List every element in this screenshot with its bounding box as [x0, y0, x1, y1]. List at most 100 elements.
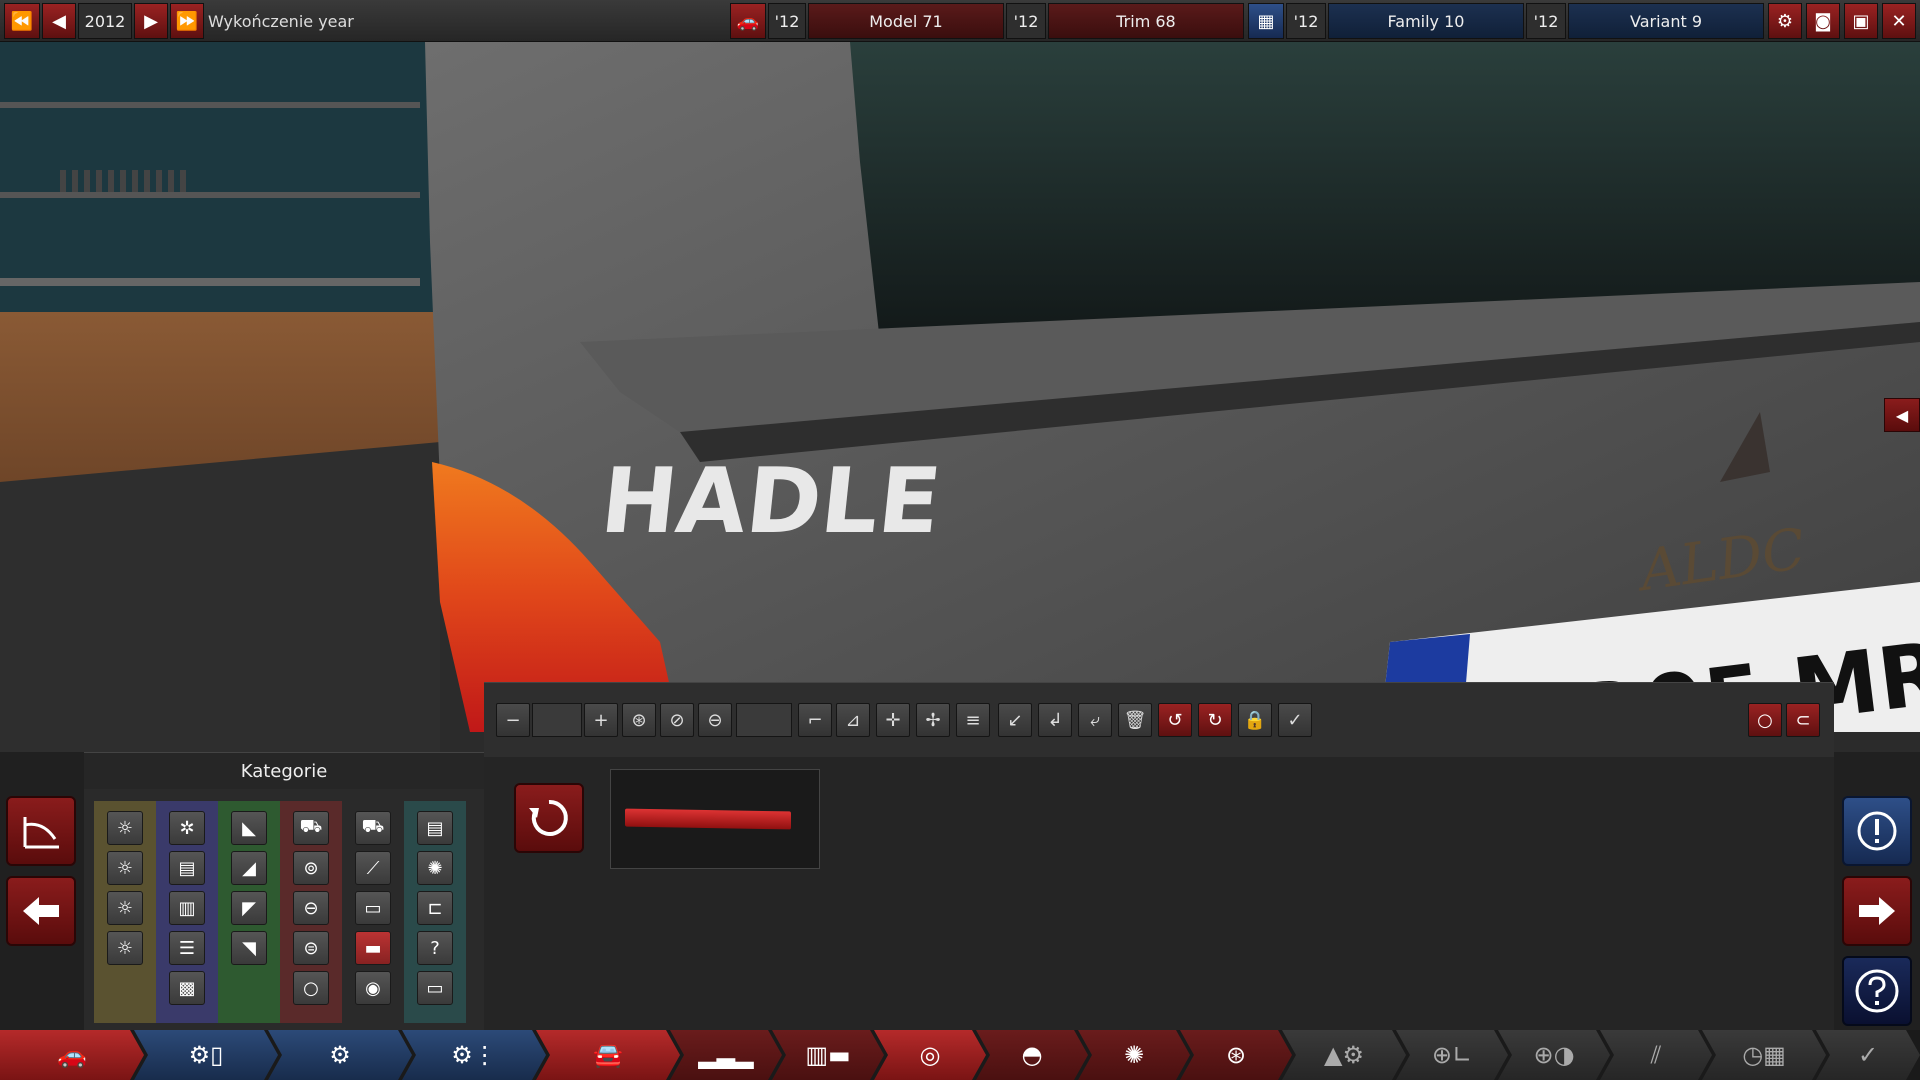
reset-button[interactable]: [514, 783, 584, 853]
texture-icon[interactable]: ▩: [169, 971, 205, 1005]
plus-icon[interactable]: +: [584, 703, 618, 737]
value-field-2[interactable]: [736, 703, 792, 737]
center-icon[interactable]: ⊖: [698, 703, 732, 737]
move-h-icon[interactable]: ✢: [916, 703, 950, 737]
nav-wheels-icon[interactable]: ✺: [1078, 1030, 1190, 1080]
gear-icon[interactable]: ⚙: [1768, 3, 1802, 39]
model-year: '12: [768, 3, 806, 39]
nav-chassis-icon[interactable]: ⚙▯: [134, 1030, 278, 1080]
panel-icon[interactable]: ▤: [417, 811, 453, 845]
family-selector[interactable]: Family 10: [1328, 3, 1524, 39]
nav-seats-icon[interactable]: ▥▬: [772, 1030, 884, 1080]
vent-icon[interactable]: ▥: [169, 891, 205, 925]
year-field[interactable]: 2012: [78, 3, 132, 39]
reset-icon: [529, 799, 568, 836]
bumper-icon[interactable]: ☰: [169, 931, 205, 965]
warning-button[interactable]: [1842, 796, 1912, 866]
rotate-cw-icon[interactable]: ↻: [1198, 703, 1232, 737]
mirror-icon[interactable]: ◤: [231, 891, 267, 925]
minus-icon[interactable]: −: [496, 703, 530, 737]
grille-icon[interactable]: ▦: [1248, 3, 1284, 39]
back-button[interactable]: [6, 876, 76, 946]
save-icon[interactable]: ▣: [1844, 3, 1878, 39]
nav-track-icon[interactable]: ◷▦: [1702, 1030, 1826, 1080]
light-icon[interactable]: ☼: [107, 891, 143, 925]
next-button[interactable]: [1842, 876, 1912, 946]
trim-selector[interactable]: Trim 68: [1048, 3, 1244, 39]
mirror-icon[interactable]: ◢: [231, 851, 267, 885]
category-column-front: ✲ ▤ ▥ ☰ ▩: [156, 801, 218, 1023]
nav-safety-icon[interactable]: ⊕◑: [1498, 1030, 1610, 1080]
exhaust-icon[interactable]: ⊏: [417, 891, 453, 925]
flip-a-icon[interactable]: ↙: [998, 703, 1032, 737]
nav-aero-icon[interactable]: ▲⚙: [1282, 1030, 1406, 1080]
model-selector[interactable]: Model 71: [808, 3, 1004, 39]
right-actions: [1834, 752, 1920, 1030]
badge-text: HADLE: [596, 449, 945, 554]
variant-selector[interactable]: Variant 9: [1568, 3, 1764, 39]
wheel-icon[interactable]: ⊚: [293, 851, 329, 885]
nav-interior-icon[interactable]: ▂▃▂: [670, 1030, 782, 1080]
mirror-off-icon[interactable]: ⊘: [660, 703, 694, 737]
category-title: Kategorie: [84, 753, 484, 789]
align-icon[interactable]: ≡: [956, 703, 990, 737]
delete-icon[interactable]: 🗑: [1118, 703, 1152, 737]
nav-lights-icon[interactable]: ◎: [874, 1030, 986, 1080]
flip-c-icon[interactable]: ⤶: [1078, 703, 1112, 737]
nav-steering-icon[interactable]: ⊕∟: [1396, 1030, 1508, 1080]
circle-icon[interactable]: ○: [1748, 703, 1782, 737]
nav-drivetrain-icon[interactable]: ⚙⋮: [402, 1030, 546, 1080]
fog-light-icon[interactable]: ✲: [169, 811, 205, 845]
close-icon[interactable]: ✕: [1882, 3, 1916, 39]
light-icon[interactable]: ☼: [107, 931, 143, 965]
van-icon[interactable]: ⛟: [293, 811, 329, 845]
curve-icon[interactable]: ⌐: [798, 703, 832, 737]
ring-icon[interactable]: ○: [293, 971, 329, 1005]
truck-icon[interactable]: ⛟: [355, 811, 391, 845]
move-v-icon[interactable]: ✛: [876, 703, 910, 737]
collapse-panel-button[interactable]: ◀: [1884, 398, 1920, 432]
prev-year-button[interactable]: ◀: [42, 3, 76, 39]
rotate-ccw-icon[interactable]: ↺: [1158, 703, 1192, 737]
nav-suspension-icon[interactable]: ⚙: [268, 1030, 412, 1080]
flip-b-icon[interactable]: ↲: [1038, 703, 1072, 737]
nav-brakes-icon[interactable]: ⊛: [1180, 1030, 1292, 1080]
grille-icon[interactable]: ▤: [169, 851, 205, 885]
magnet-icon[interactable]: ⊂: [1786, 703, 1820, 737]
part-thumbnail[interactable]: [610, 769, 820, 869]
car-icon[interactable]: 🚗: [730, 3, 766, 39]
nav-tyres-icon[interactable]: ◓: [976, 1030, 1088, 1080]
lock-icon[interactable]: 🔒: [1238, 703, 1272, 737]
nav-design-icon[interactable]: 🚘: [536, 1030, 680, 1080]
camera-icon[interactable]: ◙: [1806, 3, 1840, 39]
category-column-lights: ☼ ☼ ☼ ☼: [94, 801, 156, 1023]
category-column-rear: ▤ ✺ ⊏ ? ▭: [404, 801, 466, 1023]
mirror-icon[interactable]: ◥: [231, 931, 267, 965]
fast-forward-icon[interactable]: ⏩: [170, 3, 204, 39]
light-icon[interactable]: ☼: [107, 811, 143, 845]
help-icon[interactable]: ?: [417, 931, 453, 965]
target-icon[interactable]: ◉: [355, 971, 391, 1005]
category-panel: Kategorie ☼ ☼ ☼ ☼ ✲ ▤ ▥ ☰ ▩ ◣ ◢ ◤ ◥ ⛟ ⊚ …: [84, 752, 484, 1030]
wiper-icon[interactable]: ⟋: [355, 851, 391, 885]
value-field[interactable]: [532, 703, 582, 737]
arrow-right-icon: [1859, 897, 1895, 925]
rewind-icon[interactable]: ⏪: [4, 3, 40, 39]
hub-icon[interactable]: ✺: [417, 851, 453, 885]
light-icon[interactable]: ☼: [107, 851, 143, 885]
help-button[interactable]: [1842, 956, 1912, 1026]
axis-tool-button[interactable]: [6, 796, 76, 866]
nav-body-car-icon[interactable]: 🚗: [0, 1030, 144, 1080]
mirror-icon[interactable]: ◣: [231, 811, 267, 845]
badge-icon[interactable]: ▭: [355, 891, 391, 925]
trim-icon[interactable]: ▭: [417, 971, 453, 1005]
handle-icon[interactable]: ⊜: [293, 931, 329, 965]
check-icon[interactable]: ✓: [1278, 703, 1312, 737]
handle-icon[interactable]: ⊖: [293, 891, 329, 925]
nav-testing-icon[interactable]: ⫽: [1600, 1030, 1712, 1080]
part-icon[interactable]: ▬: [355, 931, 391, 965]
snap-icon[interactable]: ⊛: [622, 703, 656, 737]
corner-icon[interactable]: ⊿: [836, 703, 870, 737]
nav-finish-icon[interactable]: ✓: [1816, 1030, 1920, 1080]
next-year-button[interactable]: ▶: [134, 3, 168, 39]
